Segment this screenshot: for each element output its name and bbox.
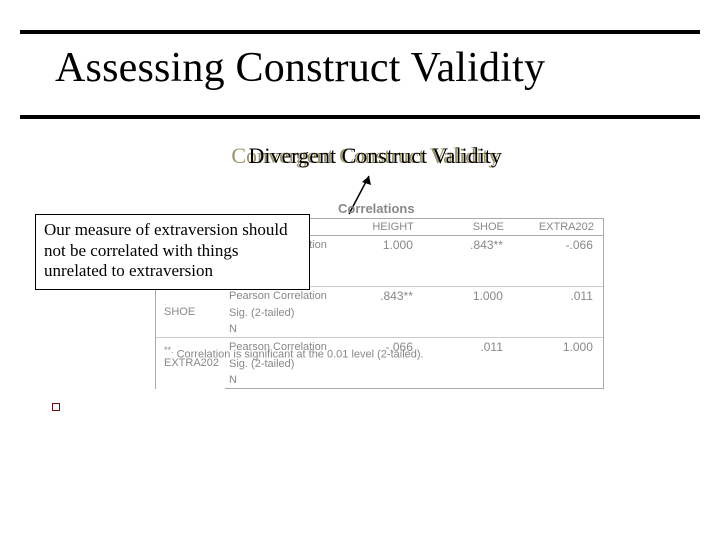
cell xyxy=(423,372,513,389)
cell xyxy=(513,321,604,338)
stat-sig: Sig. (2-tailed) xyxy=(225,305,333,321)
col-header-height: HEIGHT xyxy=(333,219,423,236)
cell xyxy=(333,305,423,321)
cell xyxy=(333,270,423,287)
cell xyxy=(423,321,513,338)
cell xyxy=(333,372,423,389)
slide-title: Assessing Construct Validity xyxy=(55,44,545,92)
callout-box: Our measure of extraversion should not b… xyxy=(35,214,310,290)
cell: .843** xyxy=(333,287,423,306)
cell xyxy=(513,305,604,321)
cell: .011 xyxy=(513,287,604,306)
cell xyxy=(513,270,604,287)
cell xyxy=(423,270,513,287)
footnote-text: Correlation is significant at the 0.01 l… xyxy=(177,349,424,361)
col-header-shoe: SHOE xyxy=(423,219,513,236)
subtitle-front-text: Divergent Construct Validity xyxy=(249,143,502,169)
cell xyxy=(513,254,604,270)
cell xyxy=(513,356,604,372)
correlations-heading: Correlations xyxy=(338,201,415,216)
cell xyxy=(333,321,423,338)
stat-n: N xyxy=(225,321,333,338)
cell: 1.000 xyxy=(423,287,513,306)
cell xyxy=(513,372,604,389)
cell: 1.000 xyxy=(333,236,423,255)
cell: .843** xyxy=(423,236,513,255)
title-underline xyxy=(20,115,700,119)
cell xyxy=(333,254,423,270)
cell: 1.000 xyxy=(513,338,604,357)
cell xyxy=(423,356,513,372)
stat-n: N xyxy=(225,372,333,389)
row-label-shoe: SHOE xyxy=(156,287,226,338)
table-footnote: **. Correlation is significant at the 0.… xyxy=(164,345,424,361)
cell xyxy=(423,254,513,270)
top-rule xyxy=(20,30,700,34)
slide: Assessing Construct Validity Convergent … xyxy=(0,0,720,540)
col-header-extra202: EXTRA202 xyxy=(513,219,604,236)
cell xyxy=(423,305,513,321)
footnote-stars: **. xyxy=(164,345,174,355)
cell: -.066 xyxy=(513,236,604,255)
bullet-square-icon xyxy=(52,403,60,411)
cell: .011 xyxy=(423,338,513,357)
